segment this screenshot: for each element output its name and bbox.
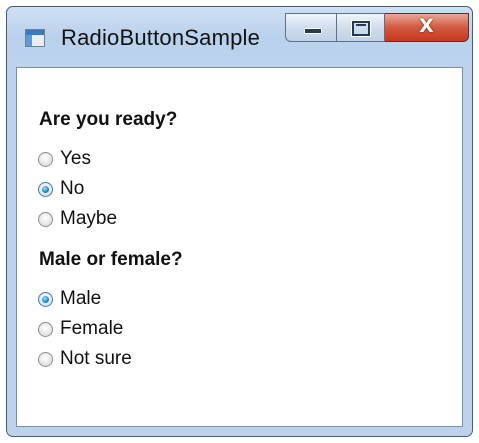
radio-circle-yes[interactable]	[38, 151, 53, 167]
close-button[interactable]: X	[385, 13, 469, 42]
close-icon: X	[419, 15, 434, 37]
group-heading-ready: Are you ready?	[39, 109, 178, 130]
minimize-icon	[304, 28, 322, 34]
radio-female[interactable]: Female	[38, 316, 123, 342]
radio-maybe[interactable]: Maybe	[38, 206, 117, 232]
radio-label-maybe: Maybe	[60, 208, 118, 229]
radio-not-sure[interactable]: Not sure	[38, 346, 132, 372]
group-heading-gender: Male or female?	[39, 249, 183, 270]
radio-label-male: Male	[60, 288, 102, 309]
maximize-button[interactable]	[337, 13, 385, 42]
radio-circle-female[interactable]	[38, 321, 53, 337]
app-window-icon[interactable]	[25, 29, 45, 47]
window-controls: X	[285, 13, 469, 43]
title-bar[interactable]: RadioButtonSample X	[7, 7, 472, 67]
window-title: RadioButtonSample	[61, 25, 261, 50]
radio-label-no: No	[60, 178, 85, 199]
radio-circle-no[interactable]	[38, 181, 53, 197]
radio-male[interactable]: Male	[38, 286, 101, 312]
radio-no[interactable]: No	[38, 176, 84, 202]
client-area: Are you ready? Yes No Maybe Male or fema…	[16, 67, 463, 427]
radio-label-not-sure: Not sure	[60, 348, 132, 369]
radio-circle-not-sure[interactable]	[38, 351, 53, 367]
application-window: RadioButtonSample X Are you ready? Yes N…	[6, 6, 473, 437]
radio-circle-male[interactable]	[38, 291, 53, 307]
radio-label-female: Female	[60, 318, 124, 339]
minimize-button[interactable]	[285, 13, 337, 42]
radio-circle-maybe[interactable]	[38, 211, 53, 227]
radio-yes[interactable]: Yes	[38, 146, 91, 172]
radio-label-yes: Yes	[60, 148, 91, 169]
maximize-icon	[352, 21, 370, 36]
